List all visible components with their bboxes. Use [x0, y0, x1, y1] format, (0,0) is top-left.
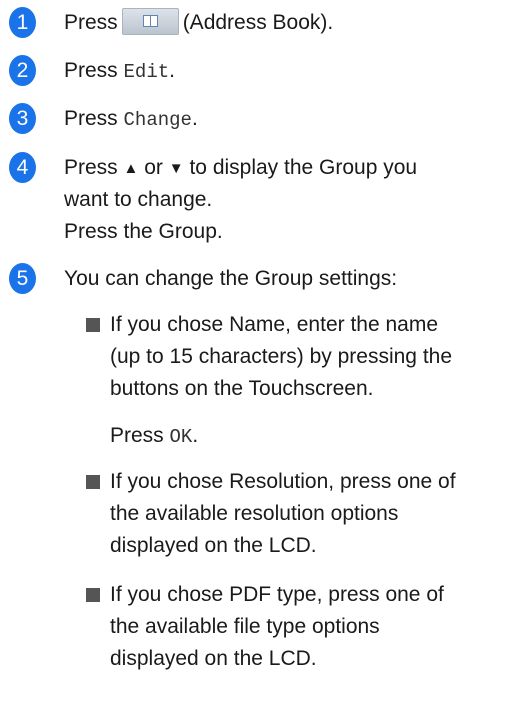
bullet-1-press-after: .	[192, 424, 199, 447]
step-4-line-1: Press ▲ or ▼ to display the Group you	[64, 152, 417, 184]
change-key: Change	[123, 109, 192, 131]
bullet-1-press-word: Press	[110, 424, 164, 447]
step-4-line-1-rest: to display the Group you	[189, 156, 418, 179]
bullet-2-line-3: displayed on the LCD.	[110, 534, 317, 557]
step-3-press: Press	[64, 107, 118, 130]
step-number-1: 1	[9, 7, 36, 38]
step-4-line-2: want to change.	[64, 188, 213, 211]
step-2-text: Press Edit.	[64, 55, 175, 88]
bullet-2-line-1: If you chose Resolution, press one of	[110, 470, 456, 493]
step-1-text: Press (Address Book).	[64, 7, 333, 38]
step-number-5: 5	[9, 263, 36, 294]
step-number-3: 3	[9, 103, 36, 134]
ok-key: OK	[169, 426, 193, 448]
bullet-icon	[86, 318, 100, 332]
bullet-icon	[86, 475, 100, 489]
step-4-or: or	[144, 156, 163, 179]
bullet-icon	[86, 588, 100, 602]
edit-key: Edit	[123, 61, 170, 83]
bullet-1-press: Press OK.	[110, 420, 198, 453]
address-book-icon	[121, 8, 179, 36]
step-5-text: You can change the Group settings:	[64, 267, 398, 290]
step-number-4: 4	[9, 152, 36, 183]
step-4-line-3: Press the Group.	[64, 220, 223, 243]
up-arrow-icon: ▲	[123, 160, 139, 177]
bullet-1-line-1: If you chose Name, enter the name	[110, 313, 439, 336]
step-1-press: Press	[64, 11, 118, 34]
step-number-2: 2	[9, 55, 36, 86]
bullet-1-line-3: buttons on the Touchscreen.	[110, 377, 374, 400]
bullet-3-line-2: the available file type options	[110, 615, 380, 638]
step-1-after: (Address Book).	[182, 11, 334, 34]
step-3-after: .	[191, 107, 198, 130]
down-arrow-icon: ▼	[168, 160, 184, 177]
bullet-3-line-3: displayed on the LCD.	[110, 647, 317, 670]
step-2-after: .	[169, 59, 175, 82]
bullet-2-line-2: the available resolution options	[110, 502, 399, 525]
step-4-press: Press	[64, 156, 118, 179]
bullet-3-line-1: If you chose PDF type, press one of	[110, 583, 444, 606]
step-3-text: Press Change.	[64, 103, 198, 136]
step-2-press: Press	[64, 59, 118, 82]
bullet-1-line-2: (up to 15 characters) by pressing the	[110, 345, 453, 368]
